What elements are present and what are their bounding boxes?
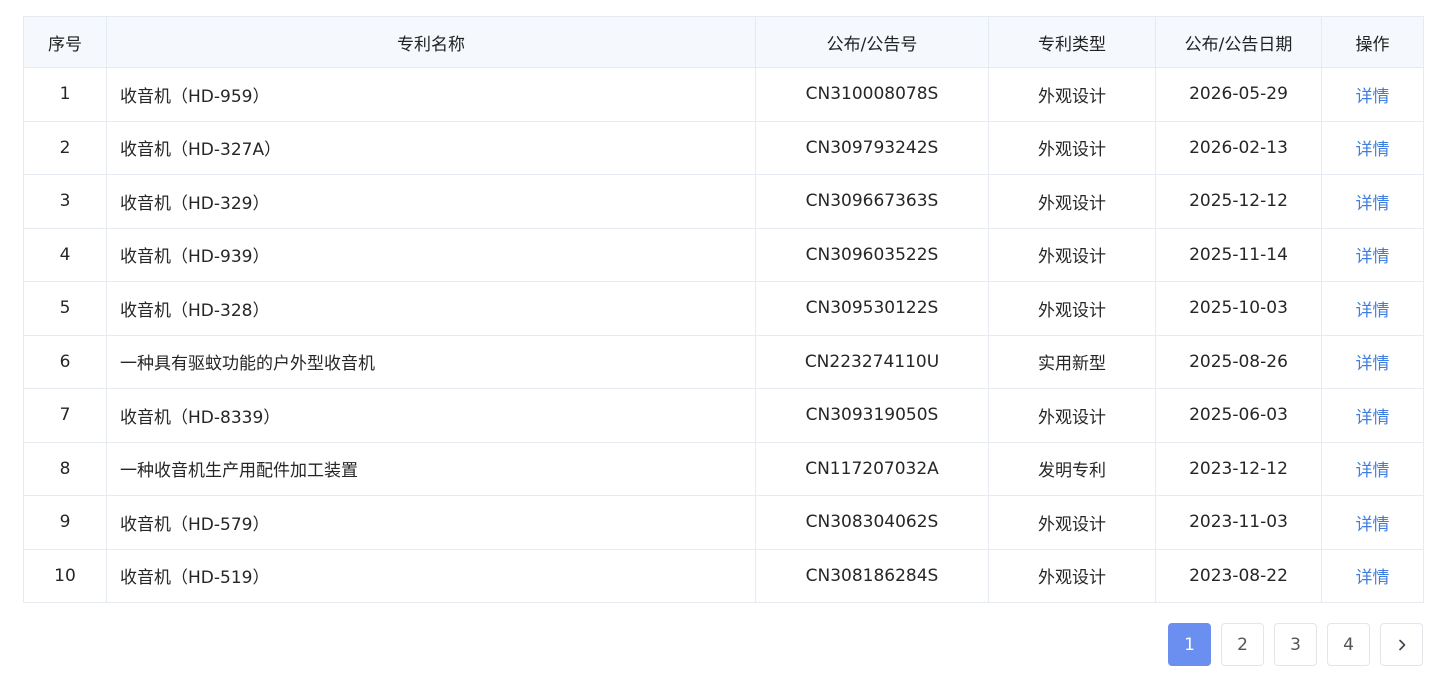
table-row: 6 一种具有驱蚊功能的户外型收音机 CN223274110U 实用新型 2025-08-…	[23, 334, 1424, 389]
cell-action: 详情	[1321, 334, 1424, 389]
cell-patent-type: 外观设计	[988, 67, 1156, 122]
detail-link[interactable]: 详情	[1356, 515, 1390, 535]
cell-patent-name: 收音机（HD-8339）	[106, 388, 756, 443]
cell-action: 详情	[1321, 441, 1424, 496]
cell-pub-date: 2025-08-26	[1155, 334, 1322, 389]
cell-index: 6	[23, 334, 107, 389]
cell-action: 详情	[1321, 548, 1424, 603]
detail-link[interactable]: 详情	[1356, 568, 1390, 588]
cell-patent-type: 外观设计	[988, 548, 1156, 603]
cell-pub-date: 2026-02-13	[1155, 120, 1322, 175]
pagination: 1234	[1168, 623, 1423, 666]
cell-pub-date: 2025-11-14	[1155, 227, 1322, 282]
cell-patent-type: 外观设计	[988, 174, 1156, 229]
patent-list-page: 序号 专利名称 公布/公告号 专利类型 公布/公告日期 操作 1 收音机（HD-9…	[0, 0, 1444, 680]
cell-index: 5	[23, 281, 107, 336]
cell-action: 详情	[1321, 67, 1424, 122]
detail-link[interactable]: 详情	[1356, 354, 1390, 374]
cell-pub-date: 2023-12-12	[1155, 441, 1322, 496]
header-index: 序号	[23, 16, 107, 68]
cell-index: 7	[23, 388, 107, 443]
cell-pub-no: CN309530122S	[755, 281, 989, 336]
cell-index: 3	[23, 174, 107, 229]
header-type: 专利类型	[988, 16, 1156, 68]
cell-action: 详情	[1321, 227, 1424, 282]
patent-table-container: 序号 专利名称 公布/公告号 专利类型 公布/公告日期 操作 1 收音机（HD-9…	[23, 16, 1424, 603]
cell-patent-type: 外观设计	[988, 495, 1156, 550]
detail-link[interactable]: 详情	[1356, 301, 1390, 321]
cell-action: 详情	[1321, 495, 1424, 550]
cell-pub-no: CN308304062S	[755, 495, 989, 550]
cell-patent-name: 一种具有驱蚊功能的户外型收音机	[106, 334, 756, 389]
cell-pub-date: 2025-06-03	[1155, 388, 1322, 443]
cell-action: 详情	[1321, 281, 1424, 336]
table-row: 8 一种收音机生产用配件加工装置 CN117207032A 发明专利 2023-12-1…	[23, 441, 1424, 496]
detail-link[interactable]: 详情	[1356, 247, 1390, 267]
cell-pub-no: CN310008078S	[755, 67, 989, 122]
table-header: 序号 专利名称 公布/公告号 专利类型 公布/公告日期 操作	[23, 16, 1424, 68]
cell-patent-name: 收音机（HD-959）	[106, 67, 756, 122]
cell-action: 详情	[1321, 388, 1424, 443]
table-row: 9 收音机（HD-579） CN308304062S 外观设计 2023-11-03 详情	[23, 495, 1424, 550]
cell-pub-no: CN117207032A	[755, 441, 989, 496]
cell-patent-type: 外观设计	[988, 388, 1156, 443]
table-row: 2 收音机（HD-327A） CN309793242S 外观设计 2026-02-13 详…	[23, 120, 1424, 175]
page-button-3[interactable]: 3	[1274, 623, 1317, 666]
cell-pub-date: 2023-08-22	[1155, 548, 1322, 603]
cell-pub-no: CN309319050S	[755, 388, 989, 443]
table-row: 1 收音机（HD-959） CN310008078S 外观设计 2026-05-29 详情	[23, 67, 1424, 122]
cell-patent-name: 收音机（HD-519）	[106, 548, 756, 603]
cell-patent-name: 收音机（HD-579）	[106, 495, 756, 550]
cell-pub-no: CN309603522S	[755, 227, 989, 282]
table-row: 10 收音机（HD-519） CN308186284S 外观设计 2023-08-22 详…	[23, 548, 1424, 603]
cell-patent-name: 一种收音机生产用配件加工装置	[106, 441, 756, 496]
cell-patent-type: 外观设计	[988, 120, 1156, 175]
table-row: 7 收音机（HD-8339） CN309319050S 外观设计 2025-06-03 详…	[23, 388, 1424, 443]
cell-patent-name: 收音机（HD-328）	[106, 281, 756, 336]
table-row: 5 收音机（HD-328） CN309530122S 外观设计 2025-10-03 详情	[23, 281, 1424, 336]
cell-index: 8	[23, 441, 107, 496]
cell-patent-name: 收音机（HD-327A）	[106, 120, 756, 175]
cell-patent-type: 实用新型	[988, 334, 1156, 389]
table-row: 3 收音机（HD-329） CN309667363S 外观设计 2025-12-12 详情	[23, 174, 1424, 229]
page-button-4[interactable]: 4	[1327, 623, 1370, 666]
detail-link[interactable]: 详情	[1356, 140, 1390, 160]
next-page-button[interactable]	[1380, 623, 1423, 666]
table-body: 1 收音机（HD-959） CN310008078S 外观设计 2026-05-29 详情…	[23, 67, 1424, 603]
header-date: 公布/公告日期	[1155, 16, 1322, 68]
cell-action: 详情	[1321, 120, 1424, 175]
cell-patent-type: 外观设计	[988, 227, 1156, 282]
cell-pub-date: 2026-05-29	[1155, 67, 1322, 122]
page-button-1[interactable]: 1	[1168, 623, 1211, 666]
cell-pub-no: CN309793242S	[755, 120, 989, 175]
cell-index: 9	[23, 495, 107, 550]
cell-patent-type: 外观设计	[988, 281, 1156, 336]
header-action: 操作	[1321, 16, 1424, 68]
table-header-row: 序号 专利名称 公布/公告号 专利类型 公布/公告日期 操作	[23, 16, 1424, 68]
detail-link[interactable]: 详情	[1356, 87, 1390, 107]
cell-patent-type: 发明专利	[988, 441, 1156, 496]
header-pub-no: 公布/公告号	[755, 16, 989, 68]
cell-index: 10	[23, 548, 107, 603]
cell-pub-no: CN309667363S	[755, 174, 989, 229]
page-button-2[interactable]: 2	[1221, 623, 1264, 666]
cell-index: 4	[23, 227, 107, 282]
cell-action: 详情	[1321, 174, 1424, 229]
cell-patent-name: 收音机（HD-329）	[106, 174, 756, 229]
patent-table: 序号 专利名称 公布/公告号 专利类型 公布/公告日期 操作 1 收音机（HD-9…	[23, 16, 1424, 603]
cell-index: 2	[23, 120, 107, 175]
cell-pub-no: CN308186284S	[755, 548, 989, 603]
header-name: 专利名称	[106, 16, 756, 68]
detail-link[interactable]: 详情	[1356, 408, 1390, 428]
cell-index: 1	[23, 67, 107, 122]
chevron-right-icon	[1398, 639, 1405, 650]
table-row: 4 收音机（HD-939） CN309603522S 外观设计 2025-11-14 详情	[23, 227, 1424, 282]
detail-link[interactable]: 详情	[1356, 461, 1390, 481]
cell-pub-date: 2025-12-12	[1155, 174, 1322, 229]
cell-pub-date: 2023-11-03	[1155, 495, 1322, 550]
cell-pub-no: CN223274110U	[755, 334, 989, 389]
cell-pub-date: 2025-10-03	[1155, 281, 1322, 336]
detail-link[interactable]: 详情	[1356, 194, 1390, 214]
cell-patent-name: 收音机（HD-939）	[106, 227, 756, 282]
